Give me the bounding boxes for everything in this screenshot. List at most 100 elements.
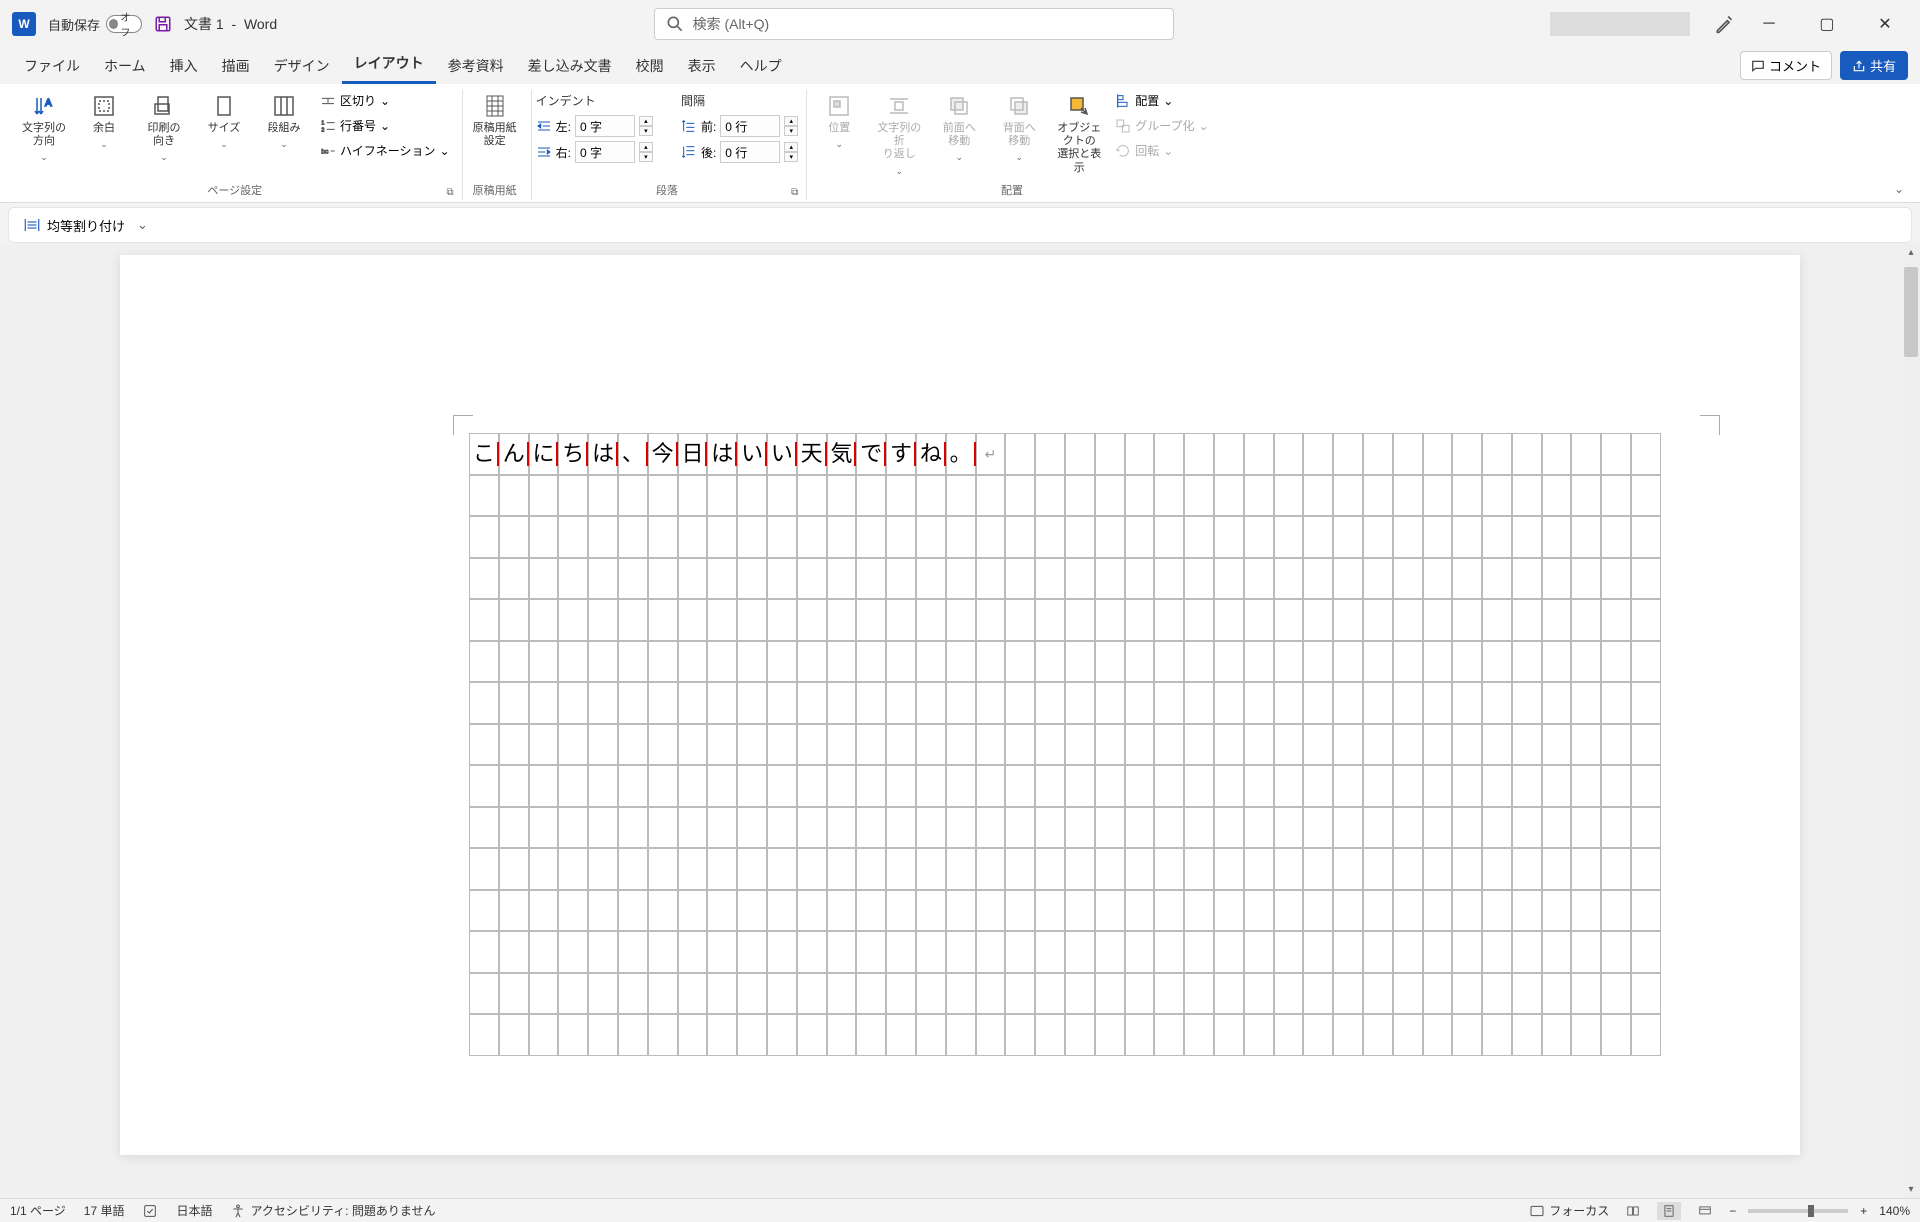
genko-cell[interactable]	[1423, 848, 1453, 890]
genko-cell[interactable]	[1214, 682, 1244, 724]
genko-cell[interactable]	[1512, 682, 1542, 724]
genko-cell[interactable]	[1393, 516, 1423, 558]
genko-cell[interactable]	[1125, 848, 1155, 890]
genko-cell[interactable]	[916, 848, 946, 890]
genko-cell[interactable]	[856, 1014, 886, 1056]
genko-cell[interactable]	[1214, 807, 1244, 849]
genko-cell[interactable]	[1274, 724, 1304, 766]
zoom-slider[interactable]	[1748, 1209, 1848, 1213]
genko-cell[interactable]	[1035, 475, 1065, 517]
genko-cell[interactable]	[1214, 931, 1244, 973]
genko-cell[interactable]	[1482, 973, 1512, 1015]
genko-cell[interactable]	[1452, 558, 1482, 600]
genko-cell[interactable]	[946, 1014, 976, 1056]
genko-cell[interactable]	[1154, 558, 1184, 600]
genko-cell[interactable]	[618, 724, 648, 766]
genko-cell[interactable]	[1065, 1014, 1095, 1056]
genko-cell[interactable]	[767, 682, 797, 724]
spacing-after-field[interactable]: 後: ▴▾	[681, 141, 798, 163]
selection-pane-button[interactable]: オブジェクトの 選択と表示	[1051, 90, 1107, 179]
genko-cell[interactable]	[767, 724, 797, 766]
genko-cell[interactable]	[1303, 516, 1333, 558]
line-numbers-button[interactable]: 12 行番号 ⌄	[316, 115, 454, 136]
genko-cell[interactable]	[1005, 1014, 1035, 1056]
genko-cell[interactable]	[558, 931, 588, 973]
genko-cell[interactable]	[916, 890, 946, 932]
genko-cell[interactable]	[1482, 1014, 1512, 1056]
genko-cell[interactable]	[1452, 682, 1482, 724]
genko-cell[interactable]	[558, 724, 588, 766]
genko-cell[interactable]	[1571, 558, 1601, 600]
genko-cell[interactable]	[618, 475, 648, 517]
indent-right-field[interactable]: 右: ▴▾	[536, 141, 653, 163]
genko-cell[interactable]	[1571, 475, 1601, 517]
genko-cell[interactable]	[1095, 516, 1125, 558]
genko-cell[interactable]	[469, 848, 499, 890]
genko-cell[interactable]	[946, 558, 976, 600]
genko-cell[interactable]	[1512, 1014, 1542, 1056]
genko-cell[interactable]	[1184, 848, 1214, 890]
genko-cell[interactable]: こ	[469, 433, 499, 475]
genko-cell[interactable]	[1274, 848, 1304, 890]
genko-cell[interactable]	[648, 973, 678, 1015]
genko-cell[interactable]	[558, 475, 588, 517]
genko-cell[interactable]	[1601, 848, 1631, 890]
genko-cell[interactable]	[1482, 890, 1512, 932]
genko-cell[interactable]	[1601, 558, 1631, 600]
genko-cell[interactable]	[946, 931, 976, 973]
genko-cell[interactable]	[827, 599, 857, 641]
genko-cell[interactable]	[1095, 641, 1125, 683]
genko-cell[interactable]	[1482, 682, 1512, 724]
genko-cell[interactable]	[588, 682, 618, 724]
genko-cell[interactable]	[1571, 682, 1601, 724]
genko-cell[interactable]	[1512, 807, 1542, 849]
genko-cell[interactable]	[856, 682, 886, 724]
genko-cell[interactable]	[797, 765, 827, 807]
genko-cell[interactable]	[1601, 890, 1631, 932]
genko-cell[interactable]: 今	[648, 433, 678, 475]
genko-cell[interactable]	[886, 475, 916, 517]
genko-cell[interactable]	[1095, 931, 1125, 973]
genko-cell[interactable]	[1452, 724, 1482, 766]
genko-cell[interactable]	[1125, 433, 1155, 475]
genko-cell[interactable]	[1333, 475, 1363, 517]
genko-cell[interactable]	[1214, 641, 1244, 683]
genko-cell[interactable]	[1065, 516, 1095, 558]
genko-cell[interactable]	[1244, 682, 1274, 724]
genko-cell[interactable]	[1214, 599, 1244, 641]
genko-cell[interactable]	[648, 931, 678, 973]
spin-up[interactable]: ▴	[639, 116, 653, 126]
genko-cell[interactable]	[1393, 973, 1423, 1015]
genko-cell[interactable]	[1631, 1014, 1661, 1056]
genko-cell[interactable]	[648, 1014, 678, 1056]
genko-cell[interactable]	[1303, 1014, 1333, 1056]
genko-cell[interactable]	[1333, 724, 1363, 766]
genko-cell[interactable]: 気	[827, 433, 857, 475]
genko-cell[interactable]	[1482, 931, 1512, 973]
genko-cell[interactable]	[1244, 1014, 1274, 1056]
genko-cell[interactable]	[1363, 973, 1393, 1015]
genko-cell[interactable]	[827, 641, 857, 683]
genko-cell[interactable]	[1035, 599, 1065, 641]
orientation-button[interactable]: 印刷の 向き⌄	[136, 90, 192, 167]
genko-cell[interactable]	[1274, 682, 1304, 724]
text-direction-button[interactable]: A 文字列の 方向⌄	[16, 90, 72, 167]
genko-cell[interactable]	[1601, 973, 1631, 1015]
genko-cell[interactable]	[1184, 516, 1214, 558]
genko-cell[interactable]	[499, 641, 529, 683]
genko-cell[interactable]	[1393, 558, 1423, 600]
genko-cell[interactable]	[1035, 765, 1065, 807]
genko-cell[interactable]	[737, 973, 767, 1015]
align-button[interactable]: 配置 ⌄	[1111, 90, 1212, 111]
genko-cell[interactable]	[1601, 433, 1631, 475]
genko-cell[interactable]	[976, 516, 1006, 558]
genko-cell[interactable]	[1274, 890, 1304, 932]
genko-cell[interactable]: 天	[797, 433, 827, 475]
genko-cell[interactable]	[916, 599, 946, 641]
genko-cell[interactable]	[827, 558, 857, 600]
genko-cell[interactable]	[1214, 848, 1244, 890]
page-count[interactable]: 1/1 ページ	[10, 1202, 66, 1219]
genko-cell[interactable]	[976, 848, 1006, 890]
genko-cell[interactable]	[499, 558, 529, 600]
tab-ホーム[interactable]: ホーム	[92, 48, 158, 84]
